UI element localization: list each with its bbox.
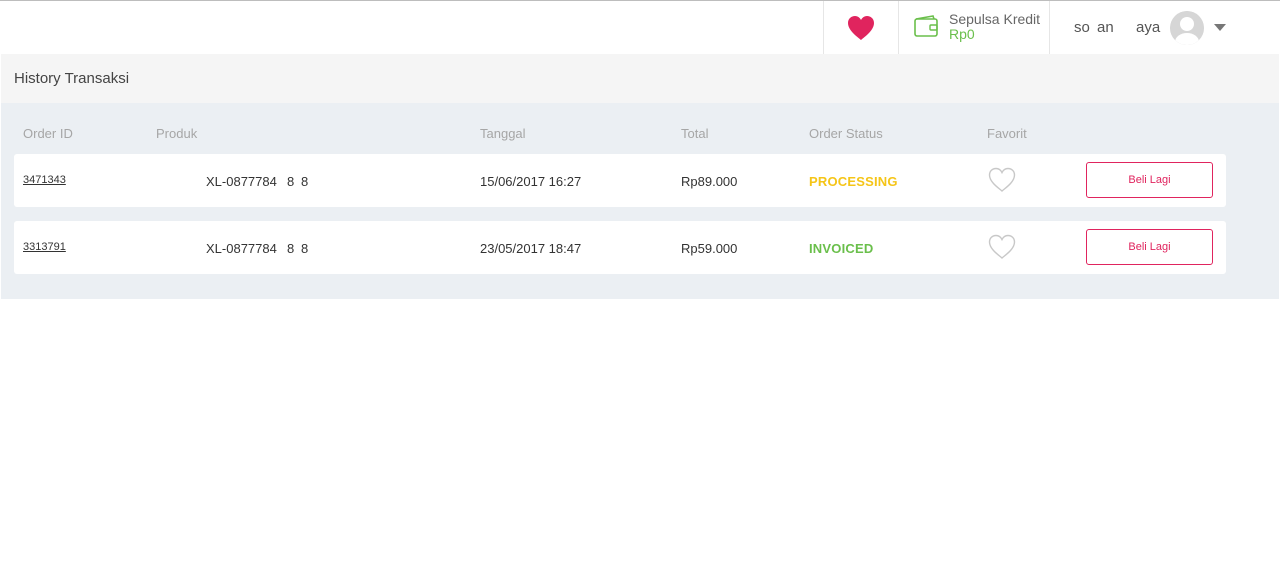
product-suffix-2: 8 bbox=[301, 174, 309, 189]
product-name: XL-0877784 bbox=[206, 174, 277, 189]
product-suffix: 8 bbox=[287, 174, 295, 189]
top-navbar: Sepulsa Kredit Rp0 so an aya bbox=[0, 0, 1280, 55]
product-suffix-2: 8 bbox=[301, 241, 309, 256]
product-name: XL-0877784 bbox=[206, 241, 277, 256]
column-header-order-id: Order ID bbox=[23, 126, 73, 141]
order-id-link[interactable]: 3313791 bbox=[23, 241, 66, 253]
order-date: 15/06/2017 16:27 bbox=[480, 174, 582, 189]
column-header-favorite: Favorit bbox=[987, 126, 1027, 141]
user-name-part-2[interactable]: aya bbox=[1136, 19, 1160, 36]
chevron-down-icon[interactable] bbox=[1214, 24, 1226, 31]
column-header-date: Tanggal bbox=[480, 126, 526, 141]
buy-again-button[interactable]: Beli Lagi bbox=[1086, 229, 1213, 265]
heart-outline-icon[interactable] bbox=[988, 167, 1016, 193]
user-name-part-1[interactable]: so an bbox=[1074, 19, 1114, 36]
history-table: Order ID Produk Tanggal Total Order Stat… bbox=[1, 103, 1279, 299]
wallet-icon bbox=[914, 15, 938, 37]
status-badge: PROCESSING bbox=[809, 174, 898, 189]
favorites-button[interactable] bbox=[823, 1, 899, 55]
order-id-link[interactable]: 3471343 bbox=[23, 174, 66, 186]
order-total: Rp89.000 bbox=[681, 174, 738, 189]
column-header-status: Order Status bbox=[809, 126, 883, 141]
table-row: 3471343 XL-0877784 8 8 15/06/2017 16:27 … bbox=[14, 154, 1226, 207]
user-avatar-icon[interactable] bbox=[1170, 11, 1204, 45]
order-date: 23/05/2017 18:47 bbox=[480, 241, 582, 256]
table-row: 3313791 XL-0877784 8 8 23/05/2017 18:47 … bbox=[14, 221, 1226, 274]
heart-outline-icon[interactable] bbox=[988, 234, 1016, 260]
history-header: History Transaksi bbox=[1, 54, 1279, 103]
credit-widget[interactable]: Sepulsa Kredit Rp0 bbox=[899, 1, 1050, 55]
page-title: History Transaksi bbox=[14, 70, 130, 87]
status-badge: INVOICED bbox=[809, 241, 874, 256]
column-header-product: Produk bbox=[156, 126, 198, 141]
buy-again-button[interactable]: Beli Lagi bbox=[1086, 162, 1213, 198]
order-total: Rp59.000 bbox=[681, 241, 738, 256]
heart-icon bbox=[848, 16, 874, 40]
product-suffix: 8 bbox=[287, 241, 295, 256]
credit-label: Sepulsa Kredit bbox=[949, 11, 1041, 27]
credit-amount: Rp0 bbox=[949, 26, 975, 42]
column-header-total: Total bbox=[681, 126, 709, 141]
